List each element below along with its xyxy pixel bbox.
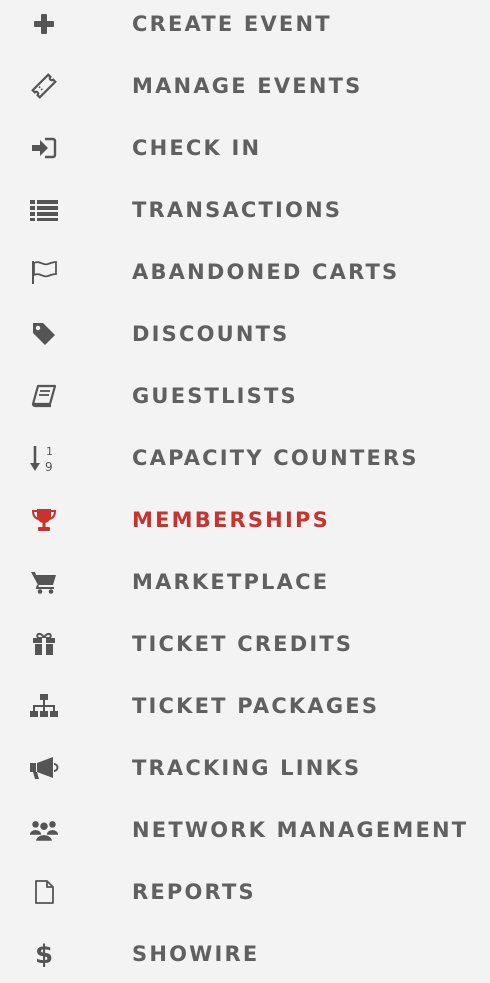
menu-item-showire[interactable]: $ SHOWIRE (0, 923, 490, 983)
dollar-icon: $ (29, 939, 59, 969)
menu-label: SHOWIRE (132, 942, 260, 966)
tag-icon (29, 319, 59, 349)
plus-icon (29, 9, 59, 39)
sidebar-menu: CREATE EVENT MANAGE EVENTS CHECK IN TRAN… (0, 0, 490, 983)
menu-label: MANAGE EVENTS (132, 74, 363, 98)
flag-icon (29, 257, 59, 287)
svg-text:9: 9 (45, 460, 53, 473)
menu-item-ticket-credits[interactable]: TICKET CREDITS (0, 613, 490, 675)
menu-label: CHECK IN (132, 136, 262, 160)
menu-item-create-event[interactable]: CREATE EVENT (0, 0, 490, 55)
menu-label: CREATE EVENT (132, 12, 332, 36)
menu-label: ABANDONED CARTS (132, 260, 400, 284)
file-icon (29, 877, 59, 907)
shopping-cart-icon (29, 567, 59, 597)
trophy-icon (29, 505, 59, 535)
menu-item-tracking-links[interactable]: TRACKING LINKS (0, 737, 490, 799)
menu-item-memberships[interactable]: MEMBERSHIPS (0, 489, 490, 551)
menu-item-marketplace[interactable]: MARKETPLACE (0, 551, 490, 613)
menu-label: TICKET CREDITS (132, 632, 354, 656)
sort-numeric-icon: 19 (29, 443, 59, 473)
svg-text:$: $ (35, 940, 53, 969)
menu-label: REPORTS (132, 880, 256, 904)
book-icon (29, 381, 59, 411)
menu-item-ticket-packages[interactable]: TICKET PACKAGES (0, 675, 490, 737)
menu-item-reports[interactable]: REPORTS (0, 861, 490, 923)
bullhorn-icon (29, 753, 59, 783)
menu-item-guestlists[interactable]: GUESTLISTS (0, 365, 490, 427)
menu-label: MEMBERSHIPS (132, 508, 330, 532)
menu-label: MARKETPLACE (132, 570, 330, 594)
menu-item-transactions[interactable]: TRANSACTIONS (0, 179, 490, 241)
menu-label: TRANSACTIONS (132, 198, 343, 222)
menu-item-manage-events[interactable]: MANAGE EVENTS (0, 55, 490, 117)
menu-item-capacity-counters[interactable]: 19 CAPACITY COUNTERS (0, 427, 490, 489)
menu-label: GUESTLISTS (132, 384, 298, 408)
ticket-icon (29, 71, 59, 101)
menu-item-discounts[interactable]: DISCOUNTS (0, 303, 490, 365)
menu-label: NETWORK MANAGEMENT (132, 818, 469, 842)
menu-item-network-management[interactable]: NETWORK MANAGEMENT (0, 799, 490, 861)
gift-icon (29, 629, 59, 659)
menu-label: TICKET PACKAGES (132, 694, 380, 718)
sitemap-icon (29, 691, 59, 721)
sign-in-icon (29, 133, 59, 163)
menu-label: TRACKING LINKS (132, 756, 362, 780)
users-icon (29, 815, 59, 845)
menu-item-abandoned-carts[interactable]: ABANDONED CARTS (0, 241, 490, 303)
list-icon (29, 195, 59, 225)
menu-label: CAPACITY COUNTERS (132, 446, 419, 470)
menu-label: DISCOUNTS (132, 322, 290, 346)
menu-item-check-in[interactable]: CHECK IN (0, 117, 490, 179)
svg-text:1: 1 (46, 445, 53, 458)
